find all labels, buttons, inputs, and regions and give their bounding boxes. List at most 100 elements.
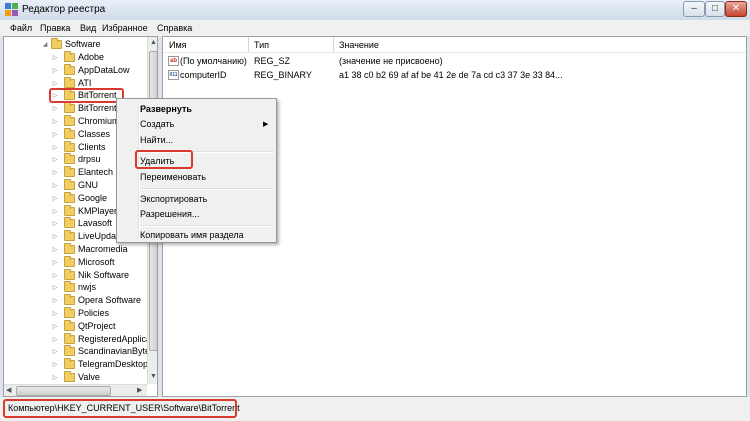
folder-icon	[64, 319, 75, 331]
minimize-button[interactable]: –	[683, 1, 705, 17]
folder-icon	[64, 217, 75, 229]
tree-item[interactable]: ▷ Adobe	[4, 51, 147, 64]
tree-item[interactable]: ▷ TelegramDesktop	[4, 358, 148, 371]
ab-string-icon: ab	[168, 56, 179, 66]
folder-icon	[64, 102, 75, 114]
tree-item[interactable]: ▷ nwjs	[4, 281, 147, 294]
expand-icon[interactable]: ▷	[51, 54, 59, 61]
list-row[interactable]: ab (По умолчанию) REG_SZ (значение не пр…	[163, 56, 746, 68]
window-title: Редактор реестра	[22, 4, 106, 15]
tree-item-label: nwjs	[78, 282, 97, 293]
tree-item-label: Macromedia	[78, 244, 128, 254]
folder-icon	[64, 76, 75, 88]
collapse-icon[interactable]: ◢	[41, 41, 49, 48]
expand-icon[interactable]: ▷	[51, 156, 59, 163]
tree-item[interactable]: ▷ ScandinavianByte	[4, 345, 151, 358]
menu-item-rename[interactable]: Переименовать	[140, 172, 206, 182]
tree-item[interactable]: ▷ AppDataLow	[4, 63, 147, 77]
scroll-down-icon[interactable]: ▼	[150, 373, 157, 380]
folder-icon	[64, 345, 75, 357]
tree-item-label: Adobe	[78, 52, 105, 62]
tree-item-label: ScandinavianByte	[78, 346, 151, 357]
list-header: Имя Тип Значение	[163, 37, 746, 53]
expand-icon[interactable]: ▷	[51, 284, 59, 291]
tree-item[interactable]: ▷ Valve	[4, 371, 147, 384]
column-divider[interactable]	[333, 37, 334, 52]
expand-icon[interactable]: ▷	[51, 336, 59, 343]
tree-item[interactable]: ▷ RegisteredApplica	[4, 332, 151, 346]
tree-item-label: Lavasoft	[78, 218, 113, 229]
scroll-left-icon[interactable]: ◀	[6, 386, 11, 394]
menu-item-expand[interactable]: Развернуть	[140, 104, 192, 114]
expand-icon[interactable]: ▷	[51, 182, 59, 189]
menu-view[interactable]: Вид	[80, 23, 96, 33]
expand-icon[interactable]: ▷	[51, 67, 59, 74]
scroll-right-icon[interactable]: ▶	[137, 386, 142, 394]
expand-icon[interactable]: ▷	[51, 246, 59, 253]
tree-item-software[interactable]: ◢ Software	[4, 38, 147, 51]
submenu-arrow-icon: ▶	[263, 121, 269, 128]
tree-item-label: KMPlayer	[78, 205, 118, 216]
expand-icon[interactable]: ▷	[51, 195, 59, 202]
tree-item-label: Nik Software	[78, 269, 130, 280]
folder-icon	[64, 255, 75, 267]
menu-item-permissions[interactable]: Разрешения...	[140, 209, 199, 219]
column-type[interactable]: Тип	[254, 40, 269, 50]
maximize-button[interactable]: □	[705, 1, 725, 17]
folder-icon	[64, 294, 75, 306]
tree-item[interactable]: ▷ Microsoft	[4, 255, 147, 269]
expand-icon[interactable]: ▷	[51, 297, 59, 304]
delete-highlight-frame	[135, 150, 193, 169]
expand-icon[interactable]: ▷	[51, 233, 59, 240]
menu-item-find[interactable]: Найти...	[140, 135, 173, 145]
close-button[interactable]: ✕	[725, 1, 747, 17]
tree-hscroll-thumb[interactable]	[16, 386, 111, 396]
title-bar[interactable]: Редактор реестра – □ ✕	[0, 0, 750, 20]
tree-item-label: BitTorrent	[78, 103, 117, 114]
expand-icon[interactable]: ▷	[51, 220, 59, 227]
expand-icon[interactable]: ▷	[51, 348, 59, 355]
menu-help[interactable]: Справка	[157, 23, 192, 33]
folder-icon	[64, 268, 75, 280]
menu-item-copy-key-name[interactable]: Копировать имя раздела	[140, 230, 244, 240]
expand-icon[interactable]: ▷	[51, 118, 59, 125]
tree-item[interactable]: ▷ QtProject	[4, 319, 147, 333]
column-value[interactable]: Значение	[339, 40, 379, 50]
tree-item[interactable]: ▷ Macromedia	[4, 243, 147, 256]
folder-icon	[64, 191, 75, 203]
expand-icon[interactable]: ▷	[51, 323, 59, 330]
bittorrent-highlight-frame	[49, 88, 124, 103]
menu-item-export[interactable]: Экспортировать	[140, 194, 207, 204]
folder-icon	[64, 115, 75, 126]
column-divider[interactable]	[248, 37, 249, 52]
expand-icon[interactable]: ▷	[51, 169, 59, 176]
expand-icon[interactable]: ▷	[51, 259, 59, 266]
tree-item[interactable]: ▷ Opera Software	[4, 294, 147, 307]
tree-item[interactable]: ▷ Policies	[4, 307, 147, 320]
menu-favorites[interactable]: Избранное	[102, 23, 148, 33]
tree-item-label: GNU	[78, 180, 98, 190]
tree-item-label: Valve	[78, 372, 100, 382]
tree-item-label: Elantech	[78, 167, 114, 178]
expand-icon[interactable]: ▷	[51, 80, 59, 87]
tree-item-label: Policies	[78, 308, 110, 318]
list-row[interactable]: 011 computerID REG_BINARY a1 38 c0 b2 69…	[163, 70, 746, 82]
expand-icon[interactable]: ▷	[51, 144, 59, 151]
expand-icon[interactable]: ▷	[51, 105, 59, 112]
expand-icon[interactable]: ▷	[51, 361, 59, 368]
folder-icon	[64, 230, 75, 242]
tree-horizontal-scrollbar[interactable]: ◀ ▶	[4, 384, 147, 396]
scroll-up-icon[interactable]: ▲	[150, 39, 157, 46]
menu-edit[interactable]: Правка	[40, 23, 70, 33]
expand-icon[interactable]: ▷	[51, 131, 59, 138]
path-highlight-frame	[3, 399, 237, 418]
expand-icon[interactable]: ▷	[51, 208, 59, 215]
column-name[interactable]: Имя	[169, 40, 187, 50]
expand-icon[interactable]: ▷	[51, 374, 59, 381]
menu-item-create[interactable]: Создать	[140, 119, 174, 129]
registry-editor-window: Редактор реестра – □ ✕ Файл Правка Вид И…	[0, 0, 750, 421]
tree-item[interactable]: ▷ Nik Software	[4, 268, 147, 282]
menu-file[interactable]: Файл	[10, 23, 32, 33]
expand-icon[interactable]: ▷	[51, 272, 59, 279]
expand-icon[interactable]: ▷	[51, 310, 59, 317]
